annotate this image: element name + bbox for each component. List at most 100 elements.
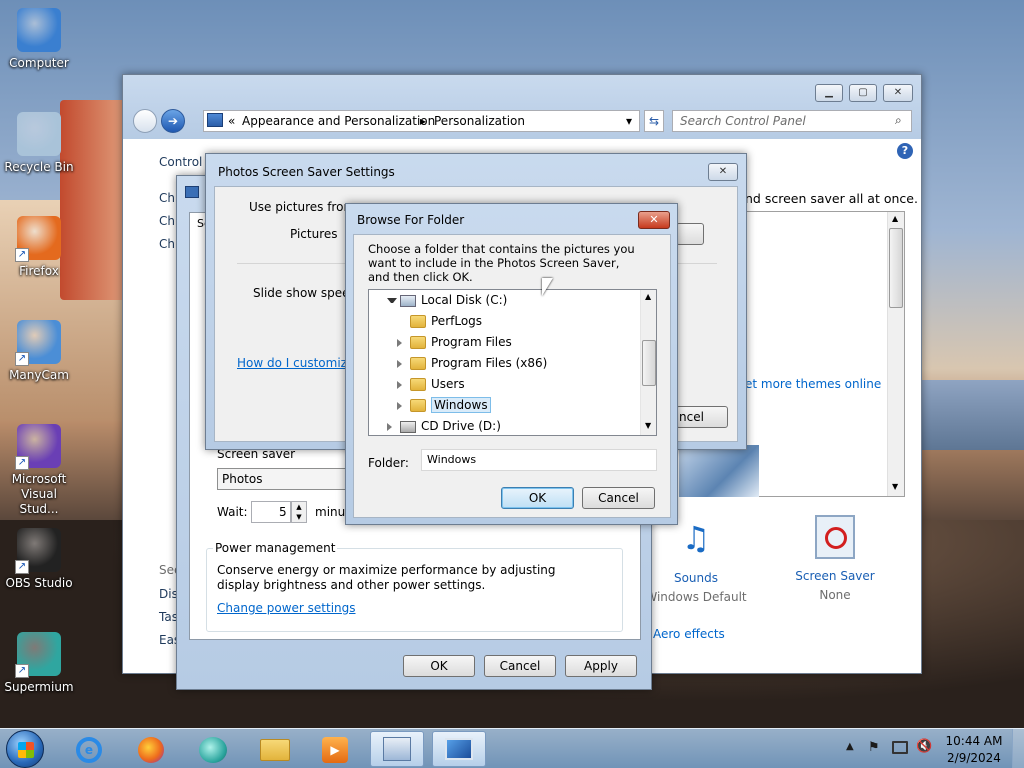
screen-saver-dialog-icon: [185, 186, 199, 198]
taskbar-supermium[interactable]: [186, 731, 240, 767]
taskbar-firefox[interactable]: [124, 731, 178, 767]
more-themes-link[interactable]: et more themes online: [745, 377, 881, 391]
change-power-settings-link[interactable]: Change power settings: [217, 601, 356, 615]
screen-saver-title: Screen Saver: [795, 569, 875, 583]
tree-item[interactable]: CD Drive (D:): [387, 416, 501, 435]
show-desktop-button[interactable]: [1012, 729, 1024, 768]
folder-icon: [410, 336, 426, 349]
folder-input[interactable]: Windows: [421, 449, 657, 471]
desktop-icon-computer[interactable]: Computer: [1, 8, 77, 71]
address-bar[interactable]: « Appearance and Personalization ▸ Perso…: [203, 110, 640, 132]
tree-item[interactable]: Local Disk (C:): [387, 290, 507, 310]
desktop-icon-manycam[interactable]: ↗ ManyCam: [1, 320, 77, 383]
aero-effects-link[interactable]: Aero effects: [653, 627, 725, 641]
desktop-icon-supermium[interactable]: ↗ Supermium: [1, 632, 77, 695]
photos-close-button[interactable]: ✕: [708, 163, 738, 181]
sounds-item[interactable]: ♫ Sounds Windows Default: [643, 515, 749, 605]
control-panel-icon: [207, 113, 223, 127]
tree-item[interactable]: Users: [397, 374, 465, 394]
taskbar-personalization[interactable]: [432, 731, 486, 767]
browse-close-button[interactable]: ✕: [638, 211, 670, 229]
manycam-icon: ↗: [15, 320, 61, 366]
tree-scroll-thumb[interactable]: [642, 340, 656, 386]
expand-arrow-icon[interactable]: [397, 338, 407, 347]
start-button[interactable]: [6, 730, 44, 768]
photos-cancel-button[interactable]: ncel: [676, 406, 728, 428]
tree-item[interactable]: Program Files (x86): [397, 353, 547, 373]
wait-input[interactable]: 5: [251, 501, 291, 523]
screen-saver-item[interactable]: Screen Saver None: [785, 515, 885, 605]
volume-muted-icon[interactable]: 🔇: [916, 739, 932, 754]
search-input[interactable]: Search Control Panel ⌕: [672, 110, 912, 132]
desktop-icon-obs[interactable]: ↗ OBS Studio: [1, 528, 77, 591]
shortcut-arrow-icon: ↗: [15, 456, 29, 470]
ok-button[interactable]: OK: [403, 655, 475, 677]
side-link-1[interactable]: Ch: [159, 191, 175, 205]
expand-arrow-icon[interactable]: [397, 380, 407, 389]
wait-spinner[interactable]: ▲ ▼: [291, 501, 307, 523]
desktop-icon-firefox[interactable]: ↗ Firefox: [1, 216, 77, 279]
breadcrumb-separator-icon: ▸: [420, 114, 427, 128]
side-link-2[interactable]: Ch: [159, 214, 175, 228]
search-icon[interactable]: ⌕: [895, 113, 902, 128]
back-button[interactable]: [133, 109, 157, 133]
cancel-button[interactable]: Cancel: [484, 655, 556, 677]
customize-help-link[interactable]: How do I customize: [237, 356, 354, 370]
apply-button[interactable]: Apply: [565, 655, 637, 677]
breadcrumb-appearance[interactable]: Appearance and Personalization: [242, 114, 435, 128]
clock-date[interactable]: 2/9/2024: [944, 751, 1004, 765]
scroll-up-icon[interactable]: ▲: [892, 214, 898, 223]
clock-time[interactable]: 10:44 AM: [944, 734, 1004, 748]
folder-icon: [410, 315, 426, 328]
taskbar: e ▶ ▲ ⚑ 🔇 10:44 AM 2/9/2024: [0, 728, 1024, 768]
themes-list[interactable]: [745, 211, 905, 497]
themes-scroll-thumb[interactable]: [889, 228, 903, 308]
expand-arrow-icon[interactable]: [387, 422, 397, 431]
browse-ok-button[interactable]: OK: [501, 487, 574, 509]
breadcrumb-personalization[interactable]: Personalization: [434, 114, 525, 128]
taskbar-media-player[interactable]: ▶: [308, 731, 362, 767]
help-icon[interactable]: ?: [897, 143, 913, 159]
show-hidden-icons-icon[interactable]: ▲: [846, 741, 854, 752]
screen-saver-select[interactable]: Photos: [217, 468, 357, 490]
control-panel-icon: [383, 737, 411, 761]
taskbar-ie[interactable]: e: [62, 731, 116, 767]
desktop-icon-label: Recycle Bin: [4, 160, 74, 174]
tree-item-label: CD Drive (D:): [421, 419, 501, 433]
tree-scroll-down-icon[interactable]: ▼: [645, 421, 651, 430]
taskbar-control-panel[interactable]: [370, 731, 424, 767]
refresh-button[interactable]: ⇆: [644, 110, 664, 132]
folder-tree[interactable]: Local Disk (C:) PerfLogs Program Files Prog…: [368, 289, 657, 436]
browse-button[interactable]: [676, 223, 704, 245]
address-dropdown-icon[interactable]: ▾: [626, 114, 632, 128]
tree-scrollbar[interactable]: ▲ ▼: [640, 290, 656, 435]
desktop-icon-label: Microsoft Visual Stud...: [11, 472, 67, 516]
desktop-icon-recycle-bin[interactable]: Recycle Bin: [1, 112, 77, 175]
maximize-button[interactable]: ▢: [849, 84, 877, 102]
themes-scrollbar[interactable]: ▲ ▼: [887, 212, 904, 496]
side-link-3[interactable]: Ch: [159, 237, 175, 251]
taskbar-explorer[interactable]: [248, 731, 302, 767]
wait-value: 5: [279, 505, 287, 519]
minimize-button[interactable]: ▁: [815, 84, 843, 102]
desktop-icon-label: Supermium: [4, 680, 74, 694]
forward-button[interactable]: ➔: [161, 109, 185, 133]
collapse-arrow-icon[interactable]: [387, 298, 397, 303]
tree-item[interactable]: PerfLogs: [397, 311, 482, 331]
tree-scroll-up-icon[interactable]: ▲: [645, 292, 651, 301]
network-icon[interactable]: [892, 741, 908, 754]
screen-saver-selected: Photos: [222, 472, 263, 486]
folder-icon: [260, 739, 290, 761]
display-icon: [445, 738, 473, 760]
browse-cancel-button[interactable]: Cancel: [582, 487, 655, 509]
scroll-down-icon[interactable]: ▼: [892, 482, 898, 491]
action-center-flag-icon[interactable]: ⚑: [868, 740, 880, 755]
expand-arrow-icon[interactable]: [397, 359, 407, 368]
theme-thumbnail[interactable]: [679, 445, 759, 497]
folder-icon: [410, 399, 426, 412]
expand-arrow-icon[interactable]: [397, 401, 407, 410]
desktop-icon-visual-studio[interactable]: ↗ Microsoft Visual Stud...: [1, 424, 77, 517]
tree-item[interactable]: Program Files: [397, 332, 512, 352]
tree-item[interactable]: Windows: [397, 395, 491, 415]
close-button[interactable]: ✕: [883, 84, 913, 102]
